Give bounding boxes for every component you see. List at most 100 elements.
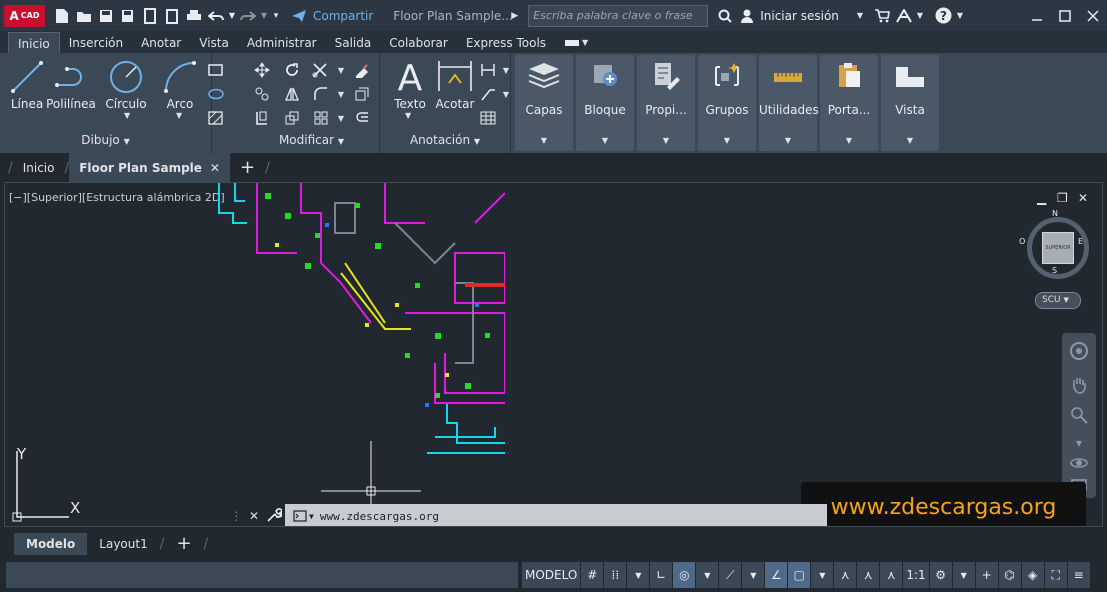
polyline-tool[interactable]: Polilínea (46, 57, 96, 111)
arc-tool[interactable]: Arco (155, 57, 205, 111)
tab-vista[interactable]: Vista (190, 32, 238, 54)
model-space-button[interactable]: MODELO (522, 562, 581, 588)
clean-screen-icon[interactable]: ⛶ (1044, 562, 1067, 588)
erase-icon[interactable] (351, 59, 373, 81)
viewport-controls-label[interactable]: [−][Superior][Estructura alámbrica 2D] (9, 191, 225, 204)
explode-icon[interactable] (351, 83, 373, 105)
offset-icon[interactable] (351, 107, 373, 129)
tab-insercion[interactable]: Inserción (60, 32, 132, 54)
array-icon[interactable] (310, 107, 332, 129)
save-icon[interactable] (95, 5, 117, 27)
quick-properties-icon[interactable]: ◈ (1021, 562, 1044, 588)
user-icon[interactable] (736, 5, 758, 27)
viewport-minimize-icon[interactable]: ▁ (1037, 191, 1046, 205)
help-dropdown-icon[interactable]: ▼ (955, 5, 965, 27)
auto-scale-icon[interactable]: ⋏ (857, 562, 880, 588)
circle-dropdown-icon[interactable]: ▼ (124, 111, 130, 120)
units-icon[interactable]: ⌬ (998, 562, 1021, 588)
table-icon[interactable] (477, 107, 499, 129)
compass-north[interactable]: N (1052, 209, 1058, 218)
new-tab-button[interactable]: + (230, 153, 265, 182)
dimension-dropdown-icon[interactable]: ▼ (495, 59, 517, 81)
undo-dropdown-icon[interactable]: ▼ (227, 5, 237, 27)
annotation-scale-icon[interactable]: ⋏ (880, 562, 903, 588)
zoom-extents-icon[interactable] (1067, 403, 1091, 427)
print-icon[interactable] (183, 5, 205, 27)
maximize-button[interactable] (1051, 5, 1079, 27)
viewcube-face[interactable]: SUPERIOR (1042, 232, 1074, 264)
line-tool[interactable]: Línea (2, 57, 52, 111)
add-layout-button[interactable]: + (164, 533, 203, 555)
help-icon[interactable]: ? (933, 5, 955, 27)
annotation-visibility-icon[interactable]: ⋏ (834, 562, 857, 588)
minimize-button[interactable] (1023, 5, 1051, 27)
isodraft-icon[interactable]: ⟋ (719, 562, 742, 588)
ucs-menu[interactable]: SCU ▼ (1035, 292, 1081, 309)
panel-layers[interactable]: Capas ▼ (515, 55, 573, 151)
dimension-tool[interactable]: Acotar (430, 57, 480, 111)
ribbon-display-toggle[interactable]: ▼ (555, 32, 597, 54)
fillet-icon[interactable] (310, 83, 332, 105)
redo-dropdown-icon[interactable]: ▼ (259, 5, 269, 27)
close-button[interactable] (1079, 5, 1107, 27)
panel-properties[interactable]: Propi... ▼ (637, 55, 695, 151)
tab-inicio[interactable]: Inicio (8, 32, 60, 54)
draw-panel-title[interactable]: Dibujo ▼ (0, 133, 211, 151)
sign-in-button[interactable]: Iniciar sesión (760, 9, 839, 23)
panel-block[interactable]: Bloque ▼ (576, 55, 634, 151)
save-as-icon[interactable] (117, 5, 139, 27)
sign-in-dropdown-icon[interactable]: ▼ (849, 5, 871, 27)
text-tool[interactable]: A Texto (385, 57, 435, 111)
ortho-icon[interactable]: ∟ (650, 562, 673, 588)
object-snap-icon[interactable]: ▢ (788, 562, 811, 588)
rotate-icon[interactable] (281, 59, 303, 81)
tab-administrar[interactable]: Administrar (238, 32, 326, 54)
isodraft-dropdown-icon[interactable]: ▼ (742, 562, 765, 588)
panel-utilities[interactable]: Utilidades ▼ (759, 55, 819, 151)
compass-east[interactable]: E (1078, 237, 1083, 246)
stretch-icon[interactable] (251, 107, 273, 129)
copy-icon[interactable] (251, 83, 273, 105)
tab-colaborar[interactable]: Colaborar (380, 32, 457, 54)
annotation-scale-value[interactable]: 1:1 (903, 562, 929, 588)
leader-dropdown-icon[interactable]: ▼ (495, 83, 517, 105)
viewport-close-icon[interactable]: ✕ (1078, 191, 1088, 205)
panel-view[interactable]: Vista ▼ (881, 55, 939, 151)
cloud-save-icon[interactable] (139, 5, 161, 27)
snap-dropdown-icon[interactable]: ▼ (627, 562, 650, 588)
tab-anotar[interactable]: Anotar (132, 32, 190, 54)
tab-salida[interactable]: Salida (326, 32, 381, 54)
command-prompt-icon[interactable]: ▼ (293, 510, 314, 522)
undo-icon[interactable] (205, 5, 227, 27)
annotation-panel-title[interactable]: Anotación ▼ (380, 133, 510, 151)
array-dropdown-icon[interactable]: ▼ (330, 107, 352, 129)
app-logo[interactable]: A CAD (4, 4, 45, 27)
command-grip-icon[interactable]: ⋮ (230, 509, 242, 523)
scale-icon[interactable] (281, 107, 303, 129)
object-snap-tracking-icon[interactable]: ∠ (765, 562, 788, 588)
polar-tracking-icon[interactable]: ◎ (673, 562, 696, 588)
snap-icon[interactable]: ⁞⁞ (604, 562, 627, 588)
modify-panel-title[interactable]: Modificar ▼ (244, 133, 379, 151)
ellipse-icon[interactable] (205, 83, 227, 105)
customization-menu-icon[interactable]: ≡ (1067, 562, 1090, 588)
doc-tab-floor-plan[interactable]: Floor Plan Sample ✕ (69, 153, 230, 182)
circle-tool[interactable]: Círculo (101, 57, 151, 111)
annotation-monitor-icon[interactable]: + (975, 562, 998, 588)
panel-clipboard[interactable]: Porta... ▼ (820, 55, 878, 151)
command-customize-icon[interactable] (266, 507, 284, 526)
title-expand-icon[interactable]: ▶ (511, 11, 518, 21)
command-input[interactable]: ▼ www.zdescargas.org (285, 504, 827, 526)
search-input[interactable]: Escriba palabra clave o frase (528, 4, 709, 27)
compass-west[interactable]: O (1019, 237, 1025, 246)
grid-icon[interactable]: # (581, 562, 604, 588)
new-file-icon[interactable] (51, 5, 73, 27)
customize-toolbar-icon[interactable]: ▾ (269, 5, 283, 27)
trim-dropdown-icon[interactable]: ▼ (330, 59, 352, 81)
command-close-icon[interactable]: ✕ (249, 509, 259, 523)
steering-wheel-icon[interactable] (1067, 339, 1091, 363)
autodesk-app-icon[interactable] (893, 5, 915, 27)
mirror-icon[interactable] (281, 83, 303, 105)
close-tab-icon[interactable]: ✕ (210, 161, 220, 175)
trim-icon[interactable] (310, 59, 332, 81)
